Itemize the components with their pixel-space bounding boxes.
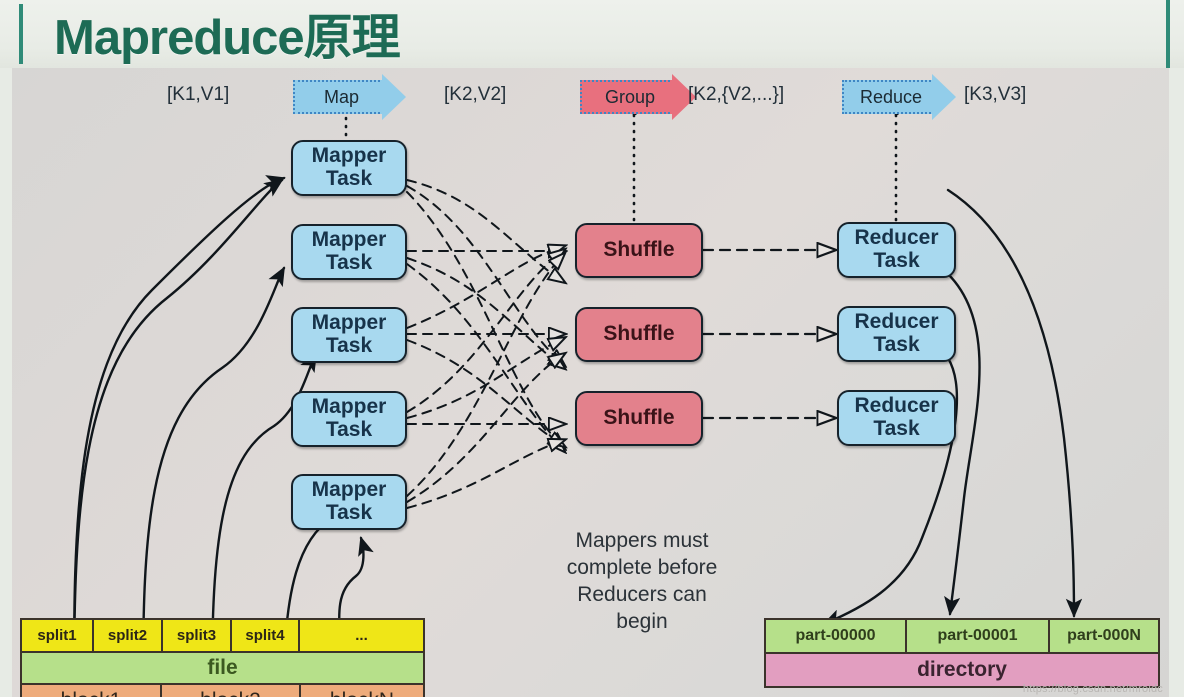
split-cell-3[interactable]: split3 xyxy=(163,620,232,651)
mapper-task-3[interactable]: Mapper Task xyxy=(291,307,407,363)
split-cell-1[interactable]: split1 xyxy=(22,620,94,651)
part-cell-00000[interactable]: part-00000 xyxy=(766,620,907,652)
file-row: file xyxy=(22,651,423,683)
mapper-task-4[interactable]: Mapper Task xyxy=(291,391,407,447)
constraint-note: Mappers must complete before Reducers ca… xyxy=(566,529,718,633)
reducer-task-1[interactable]: Reducer Task xyxy=(837,222,956,278)
slide-root: Mapreduce原理 [K1,V1] Map [K2,V2] Group [K… xyxy=(0,0,1184,697)
shuffle-node-1[interactable]: Shuffle xyxy=(575,223,703,278)
reducer-task-1-label: Reducer Task xyxy=(854,226,939,272)
page-title: Mapreduce原理 xyxy=(54,11,401,65)
phase-arrow-group-label: Group xyxy=(604,86,656,107)
splits-row: split1 split2 split3 split4 ... xyxy=(22,620,423,651)
phase-arrow-map[interactable]: Map xyxy=(293,74,406,120)
block-cell-2[interactable]: block2 xyxy=(162,685,301,697)
shuffle-node-1-label: Shuffle xyxy=(603,238,675,262)
directory-row: directory xyxy=(766,652,1158,686)
reducer-task-2-label: Reducer Task xyxy=(854,310,939,356)
mapper-task-5-label: Mapper Task xyxy=(311,478,387,524)
stage-label-k3v3: [K3,V3] xyxy=(964,84,1027,105)
mapper-task-3-label: Mapper Task xyxy=(311,311,387,357)
phase-arrow-reduce-label: Reduce xyxy=(859,86,923,107)
phase-arrow-reduce[interactable]: Reduce xyxy=(842,74,956,120)
input-file-table: split1 split2 split3 split4 ... file blo… xyxy=(20,618,425,697)
header-accent-bar-right xyxy=(1166,0,1170,68)
mapper-task-1[interactable]: Mapper Task xyxy=(291,140,407,196)
parts-row: part-00000 part-00001 part-000N xyxy=(766,620,1158,652)
slide-header: Mapreduce原理 xyxy=(0,0,1184,68)
shuffle-node-3[interactable]: Shuffle xyxy=(575,391,703,446)
mapper-task-4-label: Mapper Task xyxy=(311,395,387,441)
block-cell-1[interactable]: block1 xyxy=(22,685,162,697)
mapper-task-2[interactable]: Mapper Task xyxy=(291,224,407,280)
watermark: https://blog.csdn.net/mroidc xyxy=(1022,683,1163,695)
stage-label-k2v2list: [K2,{V2,...}] xyxy=(688,84,785,105)
reducer-task-2[interactable]: Reducer Task xyxy=(837,306,956,362)
split-cell-more[interactable]: ... xyxy=(300,620,423,651)
shuffle-node-3-label: Shuffle xyxy=(603,406,675,430)
header-accent-bar-left xyxy=(19,4,23,64)
mapper-task-1-label: Mapper Task xyxy=(311,144,387,190)
phase-arrow-map-label: Map xyxy=(323,86,359,107)
shuffle-node-2[interactable]: Shuffle xyxy=(575,307,703,362)
part-cell-000N[interactable]: part-000N xyxy=(1050,620,1158,652)
part-cell-00001[interactable]: part-00001 xyxy=(907,620,1050,652)
stage-label-k2v2: [K2,V2] xyxy=(444,84,507,105)
phase-arrow-group[interactable]: Group xyxy=(580,74,696,120)
mapper-task-5[interactable]: Mapper Task xyxy=(291,474,407,530)
shuffle-node-2-label: Shuffle xyxy=(603,322,675,346)
blocks-row: block1 block2 blockN xyxy=(22,683,423,697)
split-cell-2[interactable]: split2 xyxy=(94,620,163,651)
split-cell-4[interactable]: split4 xyxy=(232,620,300,651)
diagram-canvas: [K1,V1] Map [K2,V2] Group [K2,{V2,...}] … xyxy=(12,68,1169,697)
reducer-task-3-label: Reducer Task xyxy=(854,394,939,440)
mapper-task-2-label: Mapper Task xyxy=(311,228,387,274)
output-directory-table: part-00000 part-00001 part-000N director… xyxy=(764,618,1160,688)
stage-label-k1v1: [K1,V1] xyxy=(167,84,230,105)
reducer-task-3[interactable]: Reducer Task xyxy=(837,390,956,446)
block-cell-n[interactable]: blockN xyxy=(301,685,423,697)
